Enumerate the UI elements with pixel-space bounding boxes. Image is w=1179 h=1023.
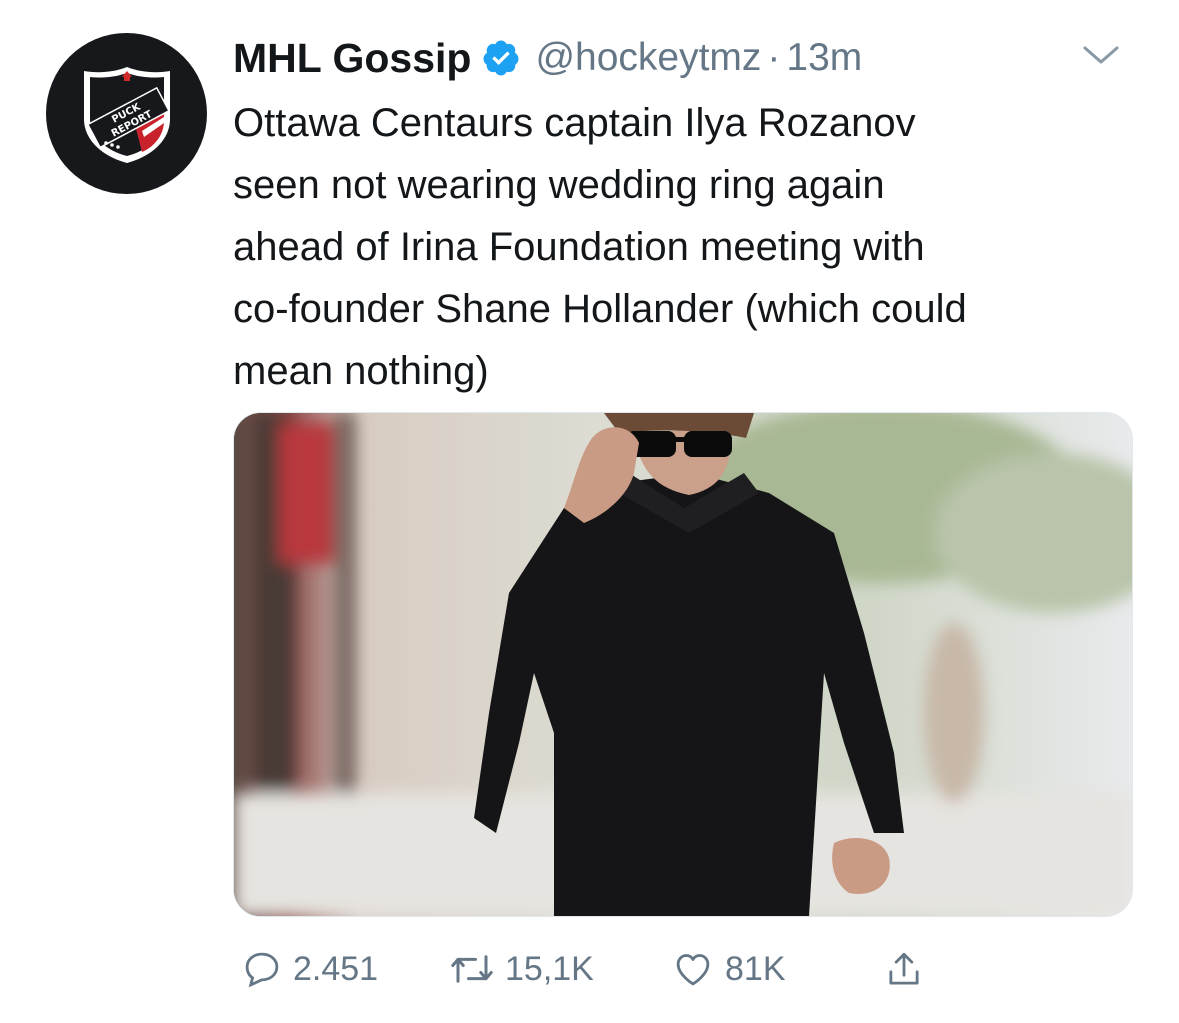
- like-count: 81K: [725, 949, 786, 988]
- separator-dot: ·: [767, 36, 781, 79]
- author-avatar[interactable]: PUCK REPORT: [46, 33, 207, 194]
- share-icon: [889, 952, 919, 985]
- tweet-header: MHL Gossip @hockeytmz · 13m: [233, 28, 1139, 88]
- chevron-down-icon[interactable]: [1079, 40, 1123, 70]
- reply-icon: [245, 952, 279, 988]
- like-button[interactable]: 81K: [671, 948, 786, 990]
- heart-icon: [676, 954, 710, 986]
- photo-man-walking: [234, 413, 1132, 916]
- tweet-timestamp[interactable]: 13m: [786, 36, 862, 80]
- reply-button[interactable]: 2.451: [241, 948, 378, 990]
- reply-count: 2.451: [293, 949, 379, 988]
- author-name[interactable]: MHL Gossip: [233, 35, 471, 82]
- tweet-actions: 2.451 15,1K 81K: [233, 940, 1131, 1000]
- author-handle[interactable]: @hockeytmz: [535, 36, 761, 80]
- tweet-photo[interactable]: [233, 412, 1133, 917]
- retweet-count: 15,1K: [505, 949, 594, 988]
- retweet-icon: [451, 955, 493, 983]
- tweet-text: Ottawa Centaurs captain Ilya Rozanov see…: [233, 101, 967, 393]
- puck-report-shield-logo: PUCK REPORT: [83, 66, 170, 163]
- verified-badge-icon: [481, 38, 521, 78]
- retweet-button[interactable]: 15,1K: [449, 948, 594, 990]
- share-button[interactable]: [883, 948, 935, 992]
